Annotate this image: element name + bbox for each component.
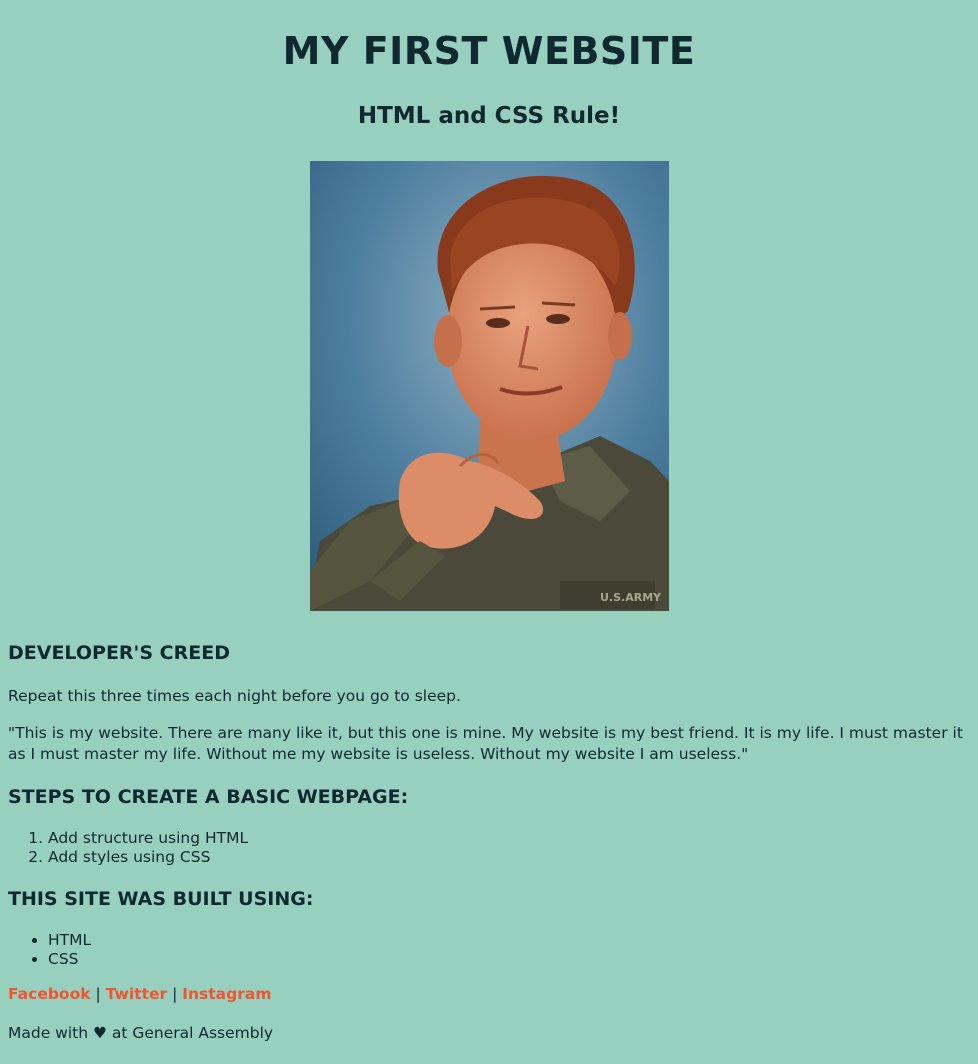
list-item: Add structure using HTML [48,829,248,848]
svg-text:U.S.ARMY: U.S.ARMY [600,591,662,604]
list-item: Add styles using CSS [48,848,248,867]
made-prefix: Made with [8,1024,89,1042]
page: MY FIRST WEBSITE HTML and CSS Rule! U.S.… [0,0,978,1064]
page-subtitle: HTML and CSS Rule! [357,103,621,129]
steps-list: Add structure using HTML Add styles usin… [0,829,248,867]
steps-heading: STEPS TO CREATE A BASIC WEBPAGE: [8,786,409,808]
creed-quote: "This is my website. There are many like… [8,724,963,763]
heart-icon: ♥ [93,1024,107,1042]
instagram-link[interactable]: Instagram [182,985,271,1003]
separator: | [95,985,101,1003]
separator: | [172,985,178,1003]
creed-intro: Repeat this three times each night befor… [8,687,461,705]
built-list: HTML CSS [0,931,91,969]
social-links: Facebook | Twitter | Instagram [8,984,272,1005]
creed-heading: DEVELOPER'S CREED [8,642,230,664]
list-item: CSS [48,950,91,969]
facebook-link[interactable]: Facebook [8,985,91,1003]
made-with-footer: Made with ♥ at General Assembly [8,1023,273,1044]
page-title: MY FIRST WEBSITE [282,29,696,73]
portrait-photo: U.S.ARMY [310,161,669,611]
portrait-image: U.S.ARMY [310,161,669,611]
made-suffix: at General Assembly [111,1024,274,1042]
built-heading: THIS SITE WAS BUILT USING: [8,888,314,910]
twitter-link[interactable]: Twitter [106,985,167,1003]
list-item: HTML [48,931,91,950]
